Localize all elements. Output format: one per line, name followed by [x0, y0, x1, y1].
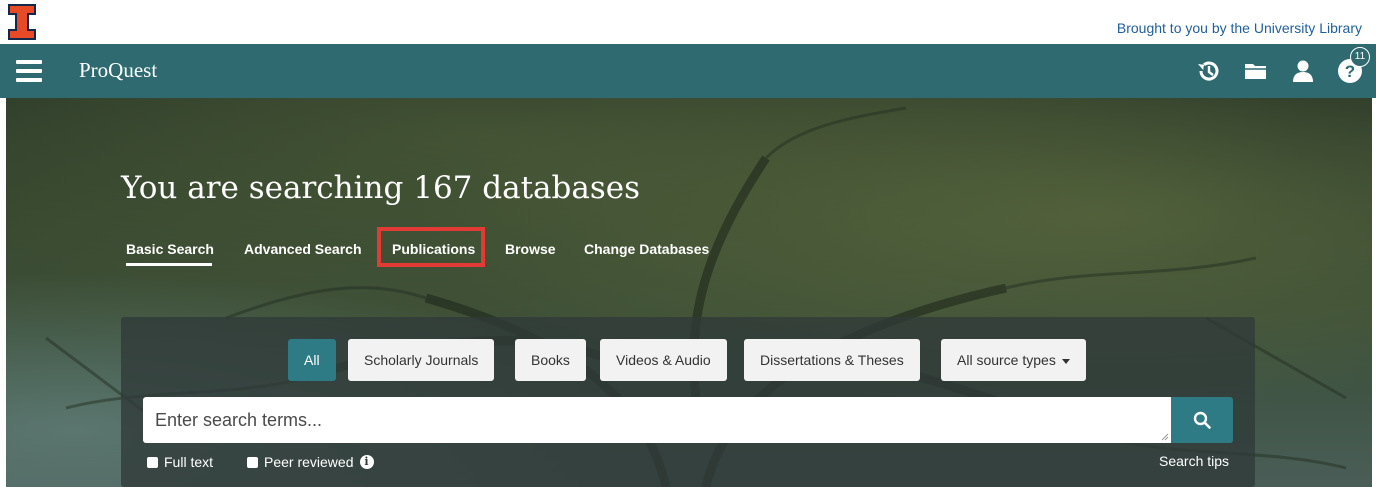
hero-title: You are searching 167 databases: [121, 170, 640, 206]
hero-banner: You are searching 167 databases Basic Se…: [6, 98, 1372, 487]
source-type-dropdown-label: All source types: [957, 352, 1056, 368]
full-text-label: Full text: [164, 454, 214, 470]
source-type-videos-audio[interactable]: Videos & Audio: [600, 339, 727, 381]
top-strip: Brought to you by the University Library: [0, 0, 1376, 44]
full-text-checkbox[interactable]: [147, 456, 158, 468]
proquest-brand[interactable]: ProQuest: [79, 58, 157, 83]
tab-advanced-search[interactable]: Advanced Search: [244, 241, 362, 257]
search-button[interactable]: [1171, 397, 1233, 443]
source-type-scholarly-journals[interactable]: Scholarly Journals: [348, 339, 495, 381]
tab-browse[interactable]: Browse: [505, 241, 556, 257]
search-panel: All Scholarly Journals Books Videos & Au…: [121, 317, 1255, 487]
brought-to-you-link[interactable]: Brought to you by the University Library: [1117, 20, 1362, 36]
peer-reviewed-checkbox[interactable]: [247, 456, 258, 468]
help-badge: 11: [1350, 47, 1370, 67]
source-type-all[interactable]: All: [288, 339, 336, 381]
navbar: ProQuest ? 11: [0, 44, 1376, 98]
active-tab-underline: [126, 263, 212, 266]
peer-reviewed-label: Peer reviewed: [264, 454, 354, 470]
illinois-block-i-logo[interactable]: [7, 3, 37, 41]
search-input[interactable]: [143, 397, 1171, 443]
info-icon[interactable]: i: [359, 455, 374, 469]
source-type-dropdown[interactable]: All source types: [941, 339, 1086, 381]
search-tips-link[interactable]: Search tips: [1159, 453, 1229, 469]
tab-basic-search[interactable]: Basic Search: [126, 241, 214, 257]
full-text-option[interactable]: Full text: [147, 454, 213, 470]
source-type-dissertations-theses[interactable]: Dissertations & Theses: [744, 339, 920, 381]
folder-icon[interactable]: [1243, 58, 1269, 84]
search-icon: [1193, 411, 1211, 429]
history-icon[interactable]: [1195, 58, 1221, 84]
peer-reviewed-option[interactable]: Peer reviewed i: [247, 454, 374, 470]
resize-grip-icon[interactable]: [1161, 433, 1169, 441]
source-type-books[interactable]: Books: [515, 339, 586, 381]
tab-change-databases[interactable]: Change Databases: [584, 241, 709, 257]
user-icon[interactable]: [1290, 58, 1316, 84]
menu-icon[interactable]: [16, 60, 42, 82]
publications-highlight-box: [377, 227, 485, 267]
caret-down-icon: [1061, 358, 1070, 364]
